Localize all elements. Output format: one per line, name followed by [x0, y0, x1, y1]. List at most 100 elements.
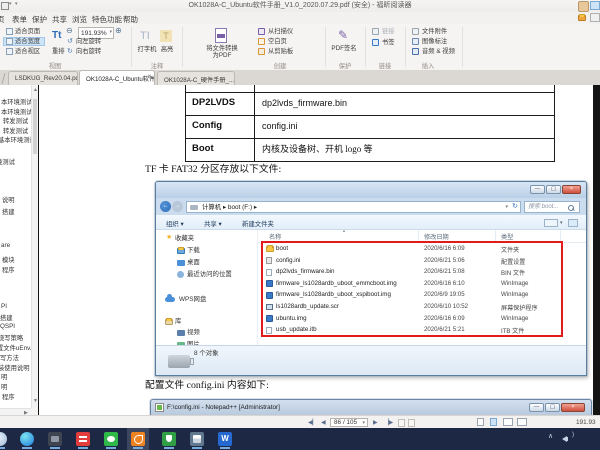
link-button[interactable]: 链接 [382, 29, 395, 36]
nav-wps[interactable]: WPS网盘 [179, 296, 206, 303]
blank-page-button[interactable]: 空白页 [268, 39, 287, 46]
bookmark-item[interactable]: 境测试 [0, 157, 15, 166]
bookmark-item[interactable]: 转发测试 [3, 116, 28, 125]
tab-lsdkug[interactable]: LSDKUG_Rev20.04.pdf [8, 71, 78, 85]
taskbar-icon-edge[interactable] [20, 432, 34, 446]
bookmark-item[interactable]: PI [1, 303, 7, 310]
bookmark-button[interactable]: 书签 [382, 40, 395, 47]
column-header-type[interactable]: 类型 [501, 232, 513, 241]
bookmark-item[interactable]: 转发测试 [3, 126, 28, 135]
tray-chevron-icon[interactable]: ∧ [548, 433, 553, 441]
select-tool-icon[interactable] [590, 1, 600, 10]
scroll-thumb[interactable] [33, 99, 37, 154]
notepad-minimize-button[interactable]: — [529, 403, 544, 412]
back-icon[interactable]: ← [160, 201, 171, 212]
taskbar-icon-wps[interactable]: W [218, 432, 232, 446]
bookmark-item[interactable]: 程序 [2, 392, 15, 401]
address-bar[interactable]: 计算机 ▸ boot (F:) ▸ ▾ ↻ [186, 201, 521, 213]
fit-width-button[interactable]: 适合宽度 [15, 39, 40, 48]
page-number-box[interactable]: 86 / 105 ▾ [330, 418, 368, 427]
next-page-button[interactable]: ▶ [373, 419, 378, 426]
share-button[interactable]: 共享 ▾ [204, 219, 222, 228]
nav-libraries[interactable]: 库 [175, 318, 181, 325]
nav-favorites[interactable]: 收藏夹 [175, 235, 194, 242]
bookmark-item[interactable]: 本环境测试 [1, 107, 31, 116]
image-annotation-button[interactable]: 图像标注 [422, 39, 447, 46]
notepad-close-button[interactable]: × [561, 403, 585, 412]
continuous-view-icon[interactable] [490, 418, 497, 426]
bookmark-item[interactable]: 搭建 [0, 313, 13, 322]
bookmark-item[interactable]: 基本环境测试 [0, 135, 31, 144]
notepad-maximize-button[interactable]: ▢ [545, 403, 560, 412]
search-box[interactable]: 搜索 boot... [524, 201, 580, 213]
bookmark-item[interactable]: 烧写策略 [0, 333, 23, 342]
bookmark-item[interactable]: 明 [1, 372, 7, 381]
volume-icon[interactable] [562, 436, 567, 442]
bookmark-item[interactable]: 本环境测试 [1, 97, 31, 106]
file-attachment-button[interactable]: 文件附件 [422, 29, 447, 36]
zoom-out-icon[interactable]: ⊖ [66, 27, 73, 36]
tab-close-icon[interactable]: × [147, 74, 151, 80]
continuous-facing-view-icon[interactable] [517, 418, 527, 426]
bookmark-item[interactable]: 程序 [2, 265, 15, 274]
bookmark-item[interactable]: are [1, 242, 10, 249]
refresh-icon[interactable]: ↻ [512, 203, 518, 211]
convert-pdf-button[interactable]: 将文件转换为PDF [205, 45, 239, 59]
pdf-sign-button[interactable]: PDF签名 [330, 45, 358, 52]
fit-area-button[interactable]: 适合视区 [15, 49, 40, 58]
organize-button[interactable]: 组织 ▾ [166, 219, 184, 228]
taskbar-icon-calculator[interactable] [190, 432, 204, 446]
bookmark-item[interactable]: 装使用说明 [0, 363, 29, 372]
address-caret-icon[interactable]: ▾ [505, 205, 508, 211]
recent-folder-icon[interactable] [578, 15, 586, 21]
taskbar-icon-foxit[interactable] [131, 432, 145, 446]
facing-view-icon[interactable] [503, 418, 513, 426]
bookmark-item[interactable]: 置文件uEnv.txt [0, 343, 31, 352]
typewriter-button[interactable]: 打字机 [136, 46, 158, 53]
single-page-view-icon[interactable] [477, 418, 484, 426]
views-button[interactable] [544, 219, 558, 227]
hand-tool-icon[interactable] [578, 1, 589, 12]
bookmark-item[interactable]: 说明 [2, 195, 15, 204]
prev-page-button[interactable]: ◀ [321, 419, 326, 426]
new-folder-button[interactable]: 新建文件夹 [242, 219, 274, 228]
bookmark-item[interactable]: 写方法 [0, 353, 19, 362]
views-caret-icon[interactable]: ▾ [560, 220, 563, 226]
bookmarks-hscrollbar[interactable]: ▶ [0, 408, 31, 415]
next-view-icon[interactable] [408, 419, 415, 427]
preview-pane-button[interactable] [568, 219, 578, 227]
zoom-in-icon[interactable]: ⊕ [115, 27, 122, 36]
tab-hardware-manual[interactable]: OK1028A-C_硬件手册_... [157, 71, 235, 85]
bookmark-item[interactable]: 模块 [2, 255, 15, 264]
from-scanner-button[interactable]: 从扫描仪 [268, 29, 293, 36]
first-page-button[interactable]: ◀▏ [308, 419, 317, 426]
nav-downloads[interactable]: 下载 [187, 247, 200, 254]
taskbar-icon-red-app[interactable] [76, 432, 90, 446]
rotate-left-button[interactable]: 向左旋转 [76, 39, 101, 46]
taskbar-icon-files[interactable] [48, 432, 62, 446]
column-header-date[interactable]: 修改日期 [424, 232, 449, 241]
column-header-name[interactable]: 名称 [269, 232, 281, 241]
bookmark-item[interactable]: 搭建 [2, 207, 15, 216]
rotate-right-button[interactable]: 向右旋转 [76, 49, 101, 56]
minimize-button[interactable]: — [530, 185, 545, 194]
tab-ubuntu-manual-active[interactable]: OK1028A-C_Ubuntu软件... × [79, 70, 155, 85]
reflow-button[interactable]: 重排 [52, 49, 65, 56]
nav-desktop[interactable]: 桌面 [187, 259, 200, 266]
maximize-button[interactable]: ▢ [546, 185, 561, 194]
cut-icon[interactable] [590, 13, 600, 22]
nav-videos[interactable]: 视频 [187, 329, 200, 336]
close-button[interactable]: × [562, 185, 581, 194]
bookmark-item[interactable]: 明 [1, 382, 7, 391]
taskbar-icon-wechat[interactable] [104, 432, 118, 446]
forward-icon[interactable]: → [172, 201, 183, 212]
last-page-button[interactable]: ▕▶ [384, 419, 393, 426]
nav-recent[interactable]: 最近访问的位置 [187, 271, 232, 278]
bookmarks-vscrollbar[interactable]: ▲ ▼ [31, 85, 38, 408]
audio-video-button[interactable]: 音频 & 视频 [422, 49, 455, 56]
taskbar-icon-security[interactable] [162, 432, 176, 446]
highlight-button[interactable]: 高亮 [158, 46, 176, 53]
prev-view-icon[interactable] [398, 419, 405, 427]
bookmark-item[interactable]: QSPI [0, 323, 15, 330]
from-clipboard-button[interactable]: 从剪贴板 [268, 49, 293, 56]
